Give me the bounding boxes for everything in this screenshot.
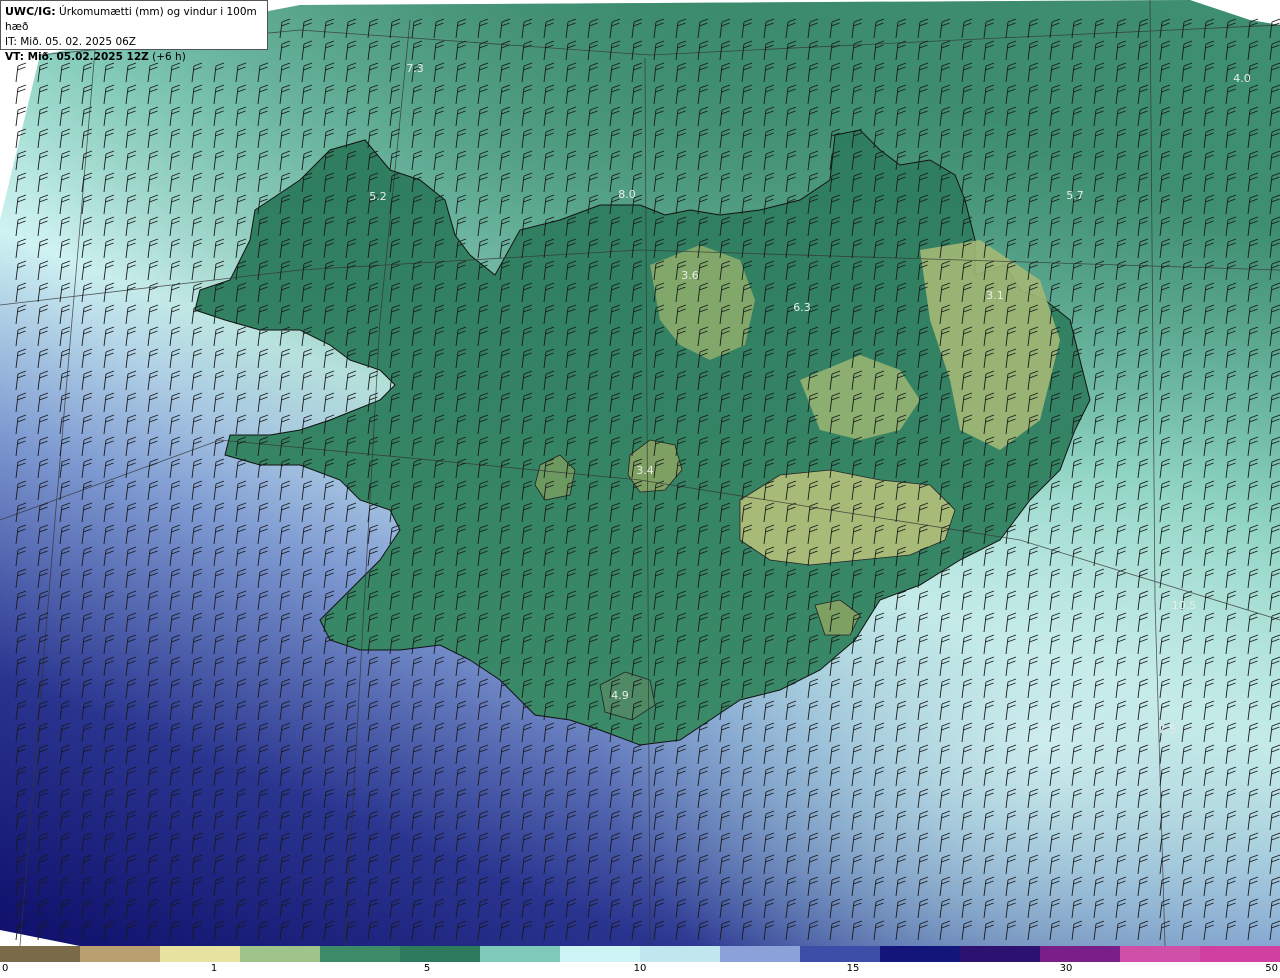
colorbar-strip bbox=[0, 946, 1280, 962]
valid-time: VT: Mið. 05.02.2025 12Z bbox=[5, 51, 149, 63]
issue-time: IT: Mið. 05. 02. 2025 06Z bbox=[5, 36, 136, 48]
colorbar-segment bbox=[240, 946, 321, 962]
colorbar-tick-label: 5 bbox=[423, 963, 431, 974]
colorbar-tick-label: 15 bbox=[846, 963, 860, 974]
precip-label: 4.9 bbox=[611, 689, 629, 702]
colorbar-tick-label: 10 bbox=[633, 963, 647, 974]
product-code: UWC/IG: bbox=[5, 5, 56, 18]
precip-label: 10.5 bbox=[1172, 599, 1197, 612]
precip-label: 3.1 bbox=[986, 289, 1004, 302]
colorbar-segment bbox=[320, 946, 401, 962]
colorbar-segment bbox=[400, 946, 481, 962]
colorbar-segment bbox=[1120, 946, 1201, 962]
colorbar-segment bbox=[160, 946, 241, 962]
colorbar-segment bbox=[800, 946, 881, 962]
colorbar-segment bbox=[880, 946, 961, 962]
precipitation-wind-map: 7.3 4.0 5.2 8.0 5.7 3.6 6.3 3.1 3.4 4.9 … bbox=[0, 0, 1280, 946]
precip-label: 5.2 bbox=[369, 190, 387, 203]
precip-label: 3.6 bbox=[681, 269, 699, 282]
colorbar-tick-label: 50 bbox=[1265, 963, 1278, 974]
valid-offset: (+6 h) bbox=[152, 51, 186, 63]
colorbar-segment bbox=[640, 946, 721, 962]
colorbar-tick-label: 1 bbox=[210, 963, 218, 974]
colorbar-segment bbox=[0, 946, 81, 962]
colorbar-segment bbox=[1200, 946, 1280, 962]
precip-label: 8.0 bbox=[618, 188, 636, 201]
precip-label: 6.3 bbox=[793, 301, 811, 314]
precip-label: 3.4 bbox=[636, 464, 654, 477]
colorbar-segment bbox=[720, 946, 801, 962]
colorbar-tick-label: 30 bbox=[1059, 963, 1073, 974]
colorbar-segment bbox=[1040, 946, 1121, 962]
colorbar-segment bbox=[960, 946, 1041, 962]
colorbar-tick-label: 0 bbox=[2, 963, 9, 974]
colorbar-segment bbox=[80, 946, 161, 962]
precip-label: 4.0 bbox=[1233, 72, 1251, 85]
map-info-box: UWC/IG: Úrkomumætti (mm) og vindur i 100… bbox=[0, 0, 268, 63]
colorbar-segment bbox=[560, 946, 641, 962]
precip-label: 7.3 bbox=[406, 62, 424, 75]
precip-label: 5.7 bbox=[1066, 189, 1084, 202]
precip-label: 7.5 bbox=[1158, 723, 1176, 736]
colorbar-segment bbox=[480, 946, 561, 962]
